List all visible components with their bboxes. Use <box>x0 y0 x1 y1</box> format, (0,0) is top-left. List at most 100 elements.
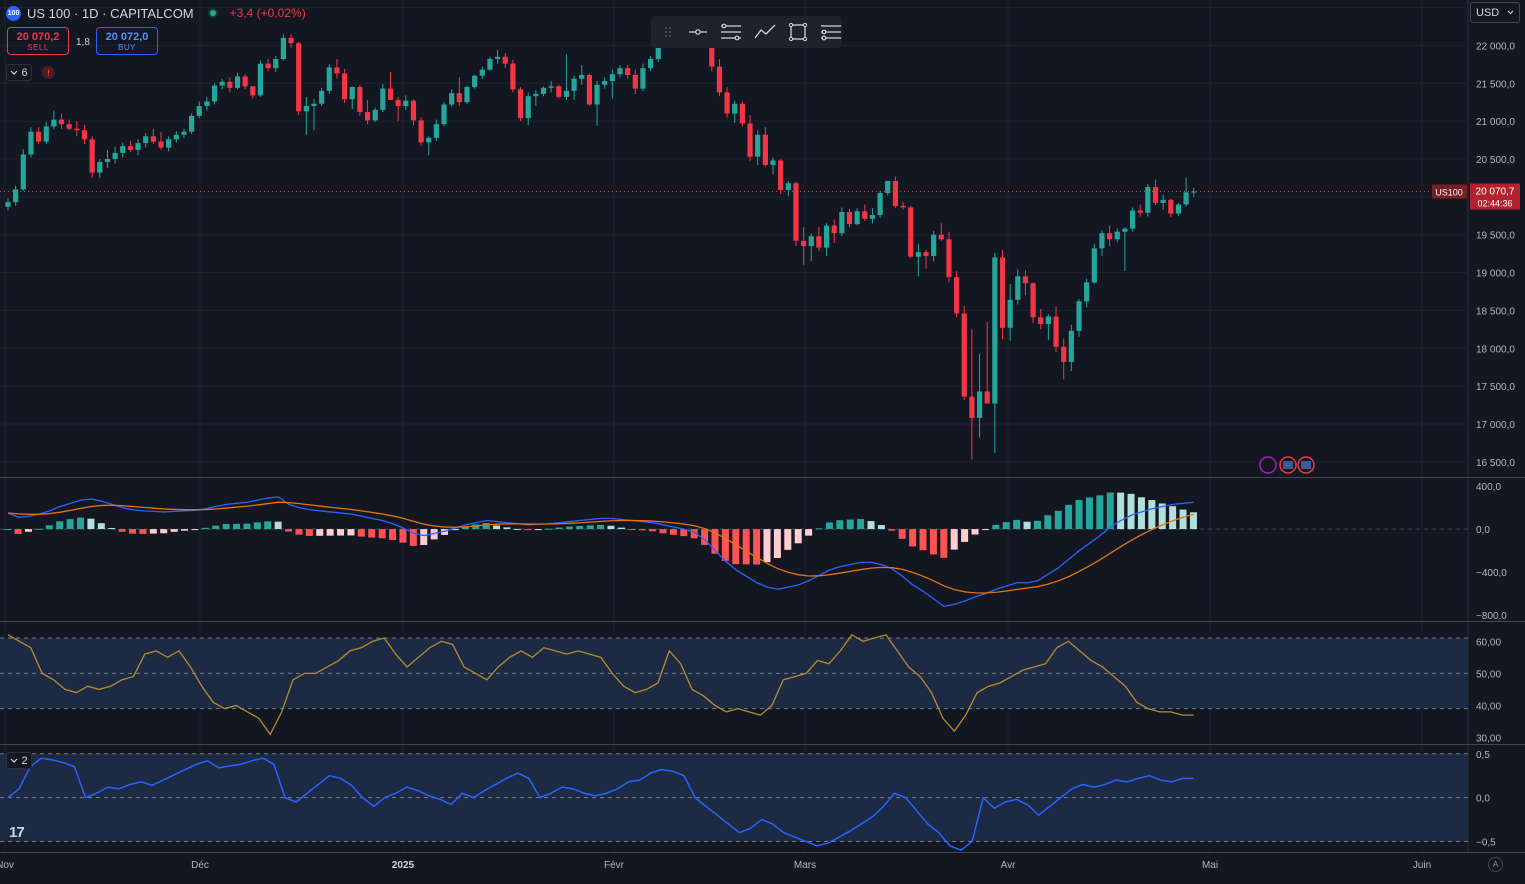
fib-levels-icon[interactable] <box>720 21 742 43</box>
macd-histogram-bar <box>961 529 969 542</box>
x-tick-label: Nov <box>0 860 14 871</box>
candle-body <box>1045 316 1051 325</box>
candle-body <box>517 89 524 119</box>
chevron-down-icon <box>1507 10 1514 15</box>
candle-body <box>395 99 401 106</box>
market-open-icon <box>207 8 218 18</box>
macd-histogram-bar <box>347 529 355 536</box>
tradingview-logo[interactable]: 17 <box>9 824 25 841</box>
pane-toggle-button[interactable]: 2 <box>6 752 32 769</box>
macd-histogram-bar <box>253 522 261 530</box>
macd-histogram-bar <box>316 529 324 536</box>
currency-select[interactable]: USD <box>1470 2 1520 23</box>
macd-histogram-bar <box>659 529 667 534</box>
macd-histogram-bar <box>420 529 428 545</box>
macd-histogram-bar <box>1033 520 1041 530</box>
sell-button[interactable]: 20 070,2 SELL <box>7 27 69 55</box>
candle-body <box>533 93 539 97</box>
y-tick-label: 17 500,0 <box>1476 382 1515 393</box>
drag-handle-icon[interactable] <box>659 21 676 43</box>
macd-histogram-bar <box>25 529 33 532</box>
candle-body <box>166 139 172 148</box>
candle-body <box>892 180 898 206</box>
candle-body <box>946 239 952 278</box>
symbol-title[interactable]: US 100 · 1D · CAPITALCOM <box>27 6 194 21</box>
macd-histogram-bar <box>1075 500 1083 530</box>
settings-levels-icon[interactable] <box>820 21 842 43</box>
macd-histogram-bar <box>305 529 313 536</box>
chevron-down-icon <box>11 758 18 763</box>
macd-histogram-bar <box>1106 492 1114 530</box>
macd-histogram-bar <box>326 529 334 536</box>
candle-body <box>931 234 937 256</box>
indicators-toggle-button[interactable]: 6 <box>6 64 32 81</box>
pane-count: 2 <box>21 754 28 767</box>
macd-histogram-bar <box>919 529 927 551</box>
signal-line <box>7 501 1194 594</box>
candle-body <box>739 103 745 124</box>
candle-body <box>762 134 768 166</box>
macd-histogram-bar <box>97 523 105 530</box>
currency-value: USD <box>1476 6 1500 19</box>
candle-body <box>326 67 332 91</box>
y-tick-label: 19 000,0 <box>1476 269 1515 280</box>
candle-body <box>571 78 577 91</box>
indicators-count: 6 <box>21 66 28 79</box>
candle-body <box>1114 231 1120 240</box>
candle-body <box>280 37 286 60</box>
candle-body <box>311 103 317 106</box>
candle-body <box>846 212 853 225</box>
y-tick-label: 50,00 <box>1476 669 1501 680</box>
macd-histogram-bar <box>368 529 376 538</box>
warning-icon[interactable]: ! <box>42 66 55 79</box>
candle-body <box>961 313 967 397</box>
candle-body <box>104 159 111 163</box>
candle-body <box>625 68 631 75</box>
macd-histogram-bar <box>628 529 636 531</box>
macd-histogram-bar <box>773 529 781 559</box>
candle-body <box>380 88 386 110</box>
candle-body <box>1030 283 1036 318</box>
macd-histogram-bar <box>357 529 365 537</box>
chart-canvas[interactable]: NovDéc2025FévrMarsAvrMaiJuin22 500,022 0… <box>0 0 1525 884</box>
candle-body <box>387 88 394 100</box>
macd-histogram-bar <box>721 529 729 561</box>
candle-body <box>816 236 822 248</box>
candle-body <box>510 63 516 90</box>
candle-body <box>563 90 570 97</box>
macd-histogram-bar <box>1117 492 1125 530</box>
candle-body <box>1183 192 1189 205</box>
candle-body <box>1007 299 1013 328</box>
candle-body <box>747 123 753 157</box>
candle-body <box>999 257 1006 328</box>
candle-body <box>831 225 837 234</box>
macd-histogram-bar <box>139 529 147 534</box>
y-tick-label: 30,00 <box>1476 734 1501 745</box>
candle-body <box>785 183 791 191</box>
candle-body <box>403 100 409 106</box>
macd-histogram-bar <box>274 521 282 530</box>
candle-body <box>189 115 195 132</box>
candle-body <box>900 205 906 208</box>
macd-histogram-bar <box>586 525 594 530</box>
candle-body <box>265 63 271 69</box>
y-tick-label: 18 500,0 <box>1476 306 1515 317</box>
horizontal-line-icon[interactable] <box>688 21 708 43</box>
buy-button[interactable]: 20 072,0 BUY <box>96 27 158 55</box>
candle-body <box>472 75 478 88</box>
macd-histogram-bar <box>607 525 615 530</box>
candle-body <box>839 212 845 234</box>
auto-scale-button[interactable]: A <box>1488 857 1503 872</box>
macd-histogram-bar <box>77 517 85 530</box>
trend-path-icon[interactable] <box>754 21 776 43</box>
candle-body <box>885 180 891 194</box>
macd-histogram-bar <box>108 527 116 530</box>
rectangle-icon[interactable] <box>788 21 808 43</box>
candle-body <box>1015 276 1021 300</box>
macd-histogram-bar <box>555 527 563 530</box>
macd-histogram-bar <box>378 529 386 539</box>
candle-body <box>923 252 929 256</box>
x-tick-label: Juin <box>1413 860 1431 871</box>
candle-body <box>648 59 654 69</box>
y-tick-label: −0,5 <box>1476 837 1496 848</box>
